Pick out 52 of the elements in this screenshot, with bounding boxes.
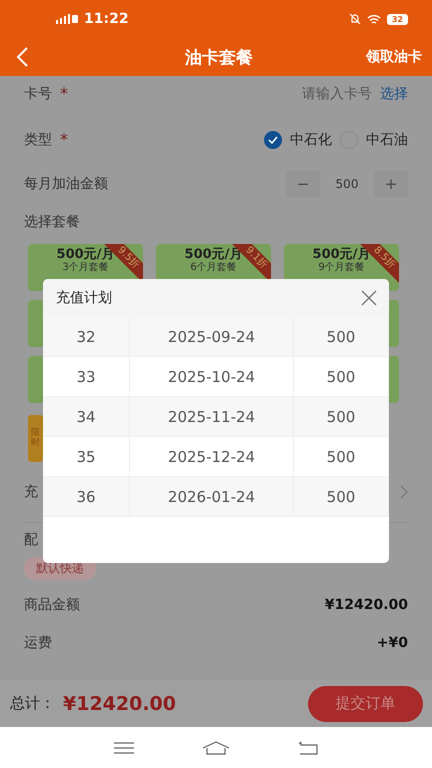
field-label: 运费 [24, 634, 52, 652]
field-label: 类型 [24, 130, 52, 148]
close-button[interactable] [361, 290, 377, 306]
option-label[interactable]: 中石化 [290, 130, 332, 148]
minus-button[interactable]: − [286, 171, 320, 197]
submit-order-button[interactable]: 提交订单 [308, 686, 423, 722]
chevron-icon [400, 485, 408, 499]
field-label: 卡号 [24, 84, 52, 102]
table-cell: 32 [43, 317, 130, 356]
section-label: 选择套餐 [24, 213, 80, 231]
table-cell: 33 [43, 357, 130, 396]
table-cell: 2025-09-24 [130, 317, 294, 356]
table-cell: 2026-01-24 [130, 477, 294, 516]
menu-icon[interactable] [114, 742, 134, 754]
wifi-icon [366, 14, 381, 24]
required-mark: * [60, 84, 68, 103]
table-cell: 2025-10-24 [130, 357, 294, 396]
signal-icon [56, 14, 78, 24]
field-label: 商品金额 [24, 596, 80, 614]
dialog-title: 充值计划 [56, 289, 112, 307]
table-cell: 34 [43, 397, 130, 436]
table-cell: 36 [43, 477, 130, 516]
mute-icon [348, 13, 361, 25]
field-label: 充 [24, 483, 38, 501]
total-label: 总计： [10, 694, 55, 713]
check-icon [268, 136, 278, 144]
table-cell: 500 [294, 357, 389, 396]
home-icon[interactable] [202, 740, 230, 754]
clock-time: 11:22 [84, 11, 129, 27]
table-cell: 500 [294, 397, 389, 436]
battery-level: 32 [386, 14, 408, 24]
card-number-field[interactable]: 请输入卡号 [302, 84, 372, 102]
get-card-link[interactable]: 领取油卡 [366, 48, 422, 66]
table-cell: 500 [294, 437, 389, 476]
field-label: 配 [24, 531, 38, 549]
plus-button[interactable]: + [374, 171, 408, 197]
field-label: 每月加油金额 [24, 175, 108, 193]
amount-value[interactable]: 500 [322, 177, 372, 191]
table-cell: 500 [294, 477, 389, 516]
amount-value: ¥12420.00 [324, 597, 408, 613]
page-title: 油卡套餐 [185, 46, 253, 68]
amount-value: +¥0 [376, 635, 408, 651]
table-cell: 2025-11-24 [130, 397, 294, 436]
table-cell: 2025-12-24 [130, 437, 294, 476]
radio-button[interactable] [264, 130, 282, 148]
option-label[interactable]: 中石油 [366, 130, 408, 148]
back-icon[interactable] [298, 740, 318, 754]
table-cell: 35 [43, 437, 130, 476]
total-amount: ¥12420.00 [63, 692, 176, 714]
required-mark: * [60, 130, 68, 149]
select-link[interactable]: 选择 [380, 84, 408, 102]
table-cell: 500 [294, 317, 389, 356]
